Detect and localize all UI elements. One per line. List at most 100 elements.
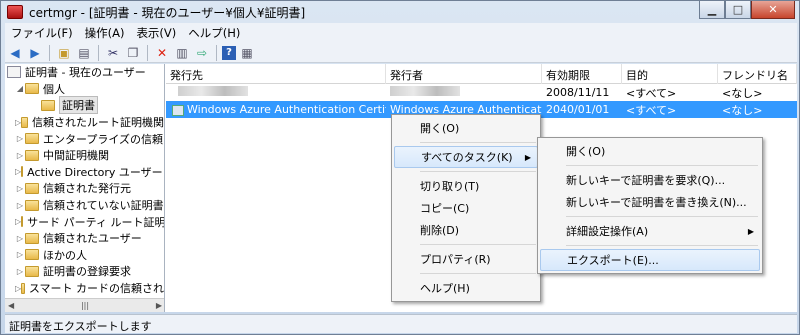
tree-item-active-directory[interactable]: ▷ Active Directory ユーザー オ — [5, 164, 164, 181]
menu-help[interactable]: ヘルプ(H) — [182, 25, 246, 41]
cell-friendly-name: <なし> — [722, 86, 763, 100]
menu-item-cut[interactable]: 切り取り(T) — [394, 175, 538, 197]
column-issued-by[interactable]: 発行者 — [386, 64, 542, 84]
expand-icon[interactable]: ▷ — [15, 234, 25, 243]
tree-item-trusted-root[interactable]: ▷ 信頼されたルート証明機関 — [5, 114, 164, 131]
up-icon[interactable]: ▣ — [55, 45, 73, 61]
title-bar: certmgr - [証明書 - 現在のユーザー¥個人¥証明書] ▁ □ ✕ — [1, 1, 799, 23]
expand-icon[interactable]: ▷ — [15, 184, 25, 193]
tree-item-third-party-root[interactable]: ▷ サード パーティ ルート証明 — [5, 213, 164, 230]
menu-separator — [420, 244, 536, 245]
tree-item-enterprise-trust[interactable]: ▷ エンタープライズの信頼 — [5, 130, 164, 147]
column-expiration[interactable]: 有効期限 — [542, 64, 622, 84]
console-icon[interactable]: ▦ — [238, 45, 256, 61]
close-button[interactable]: ✕ — [751, 1, 795, 19]
folder-icon — [25, 232, 39, 244]
tree-item-personal[interactable]: ◢ 個人 — [5, 81, 164, 98]
properties-icon[interactable]: ▥ — [173, 45, 191, 61]
tree-item-untrusted[interactable]: ▷ 信頼されていない証明書 — [5, 197, 164, 214]
submenu-item-open[interactable]: 開く(O) — [540, 140, 760, 162]
scroll-thumb-grip-icon[interactable]: ||| — [81, 301, 89, 310]
tree-item-label: サード パーティ ルート証明 — [27, 215, 165, 229]
submenu-item-renew-new-key[interactable]: 新しいキーで証明書を書き換え(N)... — [540, 191, 760, 213]
expand-icon[interactable]: ▷ — [15, 250, 25, 259]
cell-expiration: 2008/11/11 — [546, 86, 610, 99]
collapse-icon[interactable]: ◢ — [15, 84, 25, 93]
menu-file[interactable]: ファイル(F) — [5, 25, 79, 41]
menu-separator — [420, 142, 536, 143]
menu-view[interactable]: 表示(V) — [130, 25, 182, 41]
toolbar-separator — [49, 44, 50, 61]
tree-item-trusted-people[interactable]: ▷ 信頼されたユーザー — [5, 230, 164, 247]
column-issued-to[interactable]: 発行先 — [166, 64, 386, 84]
cell-purpose: <すべて> — [626, 86, 677, 100]
toolbar: ◀ ▶ ▣ ▤ ✂ ❐ ✕ ▥ ⇨ ? ▦ — [5, 43, 797, 63]
column-purpose[interactable]: 目的 — [622, 64, 718, 84]
maximize-button[interactable]: □ — [725, 1, 751, 19]
menu-separator — [566, 165, 758, 166]
delete-icon[interactable]: ✕ — [153, 45, 171, 61]
expand-icon[interactable]: ▷ — [15, 151, 25, 160]
scroll-left-icon[interactable]: ◀ — [8, 301, 14, 310]
submenu-item-request-new-key[interactable]: 新しいキーで証明書を要求(Q)... — [540, 169, 760, 191]
menu-item-properties[interactable]: プロパティ(R) — [394, 248, 538, 270]
folder-icon — [21, 166, 24, 178]
toolbar-separator — [98, 44, 99, 61]
tree-item-smart-card-trusted[interactable]: ▷ スマート カードの信頼され — [5, 280, 164, 297]
menu-item-delete[interactable]: 削除(D) — [394, 219, 538, 241]
tree-horizontal-scrollbar[interactable]: ◀ ||| ▶ — [5, 298, 164, 312]
folder-icon — [21, 216, 24, 228]
back-icon[interactable]: ◀ — [6, 45, 24, 61]
menu-item-open[interactable]: 開く(O) — [394, 117, 538, 139]
submenu-arrow-icon: ▶ — [747, 226, 754, 236]
cell-issued-to: Windows Azure Authentication Certificate — [166, 103, 386, 116]
tree-item-other-people[interactable]: ▷ ほかの人 — [5, 247, 164, 264]
tree-item-label: 信頼されたルート証明機関 — [32, 116, 164, 130]
certmgr-window: certmgr - [証明書 - 現在のユーザー¥個人¥証明書] ▁ □ ✕ フ… — [0, 0, 800, 335]
copy-icon[interactable]: ❐ — [124, 45, 142, 61]
tree-item-label: 証明書 — [59, 96, 98, 115]
toolbar-separator — [216, 44, 217, 61]
tree-item-label: 信頼された発行元 — [43, 182, 131, 196]
scroll-right-icon[interactable]: ▶ — [156, 301, 162, 310]
menu-action[interactable]: 操作(A) — [79, 25, 131, 41]
folder-open-icon — [41, 99, 55, 111]
tree-item-certificates[interactable]: 証明書 — [5, 96, 164, 115]
tree-item-enrollment-requests[interactable]: ▷ 証明書の登録要求 — [5, 263, 164, 280]
column-friendly-name[interactable]: フレンドリ名 — [718, 64, 797, 84]
menu-separator — [566, 245, 758, 246]
expand-icon[interactable]: ▷ — [15, 267, 25, 276]
submenu-item-export[interactable]: エクスポート(E)... — [540, 249, 760, 271]
menu-item-copy[interactable]: コピー(C) — [394, 197, 538, 219]
expand-icon[interactable]: ▷ — [15, 134, 25, 143]
tree-item-intermediate[interactable]: ▷ 中間証明機関 — [5, 147, 164, 164]
cell-friendly-name: <なし> — [722, 103, 763, 117]
help-icon[interactable]: ? — [222, 45, 236, 60]
cut-icon[interactable]: ✂ — [104, 45, 122, 61]
all-tasks-submenu: 開く(O) 新しいキーで証明書を要求(Q)... 新しいキーで証明書を書き換え(… — [537, 137, 763, 274]
tree-item-label: 信頼されたユーザー — [43, 232, 142, 246]
export-list-icon[interactable]: ⇨ — [193, 45, 211, 61]
context-menu: 開く(O) すべてのタスク(K) ▶ 切り取り(T) コピー(C) 削除(D) … — [391, 114, 541, 302]
menu-item-label: すべてのタスク(K) — [421, 151, 513, 164]
menu-item-all-tasks[interactable]: すべてのタスク(K) ▶ — [394, 146, 538, 168]
cell-expiration: 2040/01/01 — [546, 103, 610, 116]
tree-pane: 証明書 - 現在のユーザー ◢ 個人 証明書 ▷ 信頼されたルート証明機関 ▷ … — [5, 64, 165, 312]
tree-item-root[interactable]: 証明書 - 現在のユーザー — [5, 64, 164, 81]
folder-icon — [25, 133, 39, 145]
expand-icon[interactable]: ▷ — [15, 201, 25, 210]
folder-icon — [25, 199, 39, 211]
tree-item-label: 信頼されていない証明書 — [43, 199, 164, 213]
submenu-arrow-icon: ▶ — [524, 152, 531, 162]
submenu-item-advanced[interactable]: 詳細設定操作(A) ▶ — [540, 220, 760, 242]
table-row[interactable]: 2008/11/11 <すべて> <なし> — [166, 84, 797, 101]
show-hide-tree-icon[interactable]: ▤ — [75, 45, 93, 61]
forward-icon[interactable]: ▶ — [26, 45, 44, 61]
tree-item-trusted-publishers[interactable]: ▷ 信頼された発行元 — [5, 180, 164, 197]
menu-separator — [420, 273, 536, 274]
folder-icon — [21, 116, 28, 128]
menu-item-help[interactable]: ヘルプ(H) — [394, 277, 538, 299]
minimize-button[interactable]: ▁ — [699, 1, 725, 19]
cell-issued-by — [386, 86, 542, 99]
redacted-text — [390, 86, 460, 96]
